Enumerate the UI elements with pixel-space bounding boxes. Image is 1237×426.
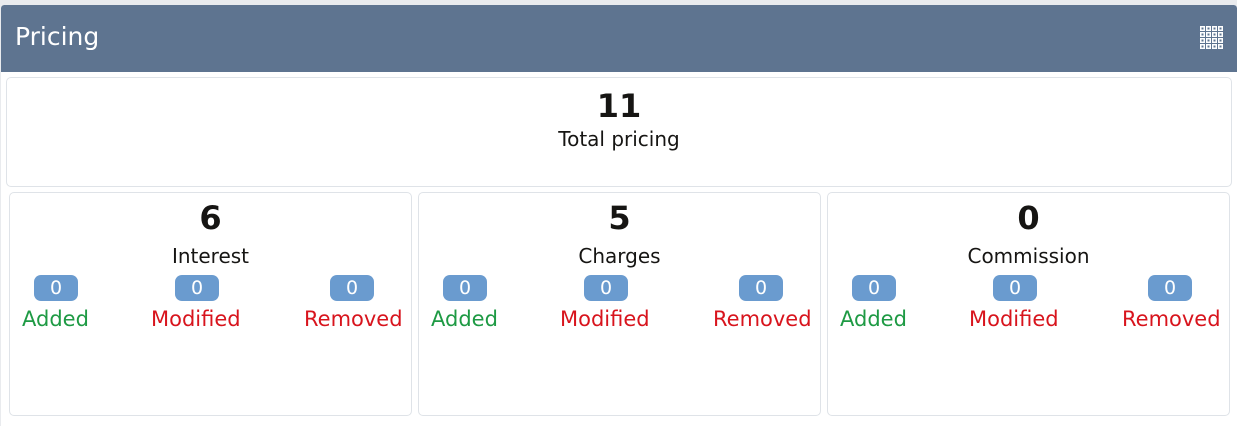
- panel-header: Pricing: [1, 5, 1237, 72]
- interest-modified-badge[interactable]: 0: [175, 275, 219, 301]
- charges-card[interactable]: 5 Charges 0 0 0 Added Modified Removed: [418, 192, 821, 416]
- charges-label: Charges: [578, 244, 661, 268]
- panel-title: Pricing: [15, 22, 100, 51]
- charges-modified-label: Modified: [560, 307, 650, 331]
- interest-card[interactable]: 6 Interest 0 0 0 Added Modified Removed: [9, 192, 412, 416]
- charges-added-badge[interactable]: 0: [443, 275, 487, 301]
- grid-icon[interactable]: [1200, 26, 1223, 49]
- interest-label: Interest: [171, 244, 250, 268]
- interest-count: 6: [199, 199, 222, 237]
- commission-label: Commission: [967, 244, 1090, 268]
- total-pricing-label: Total pricing: [558, 127, 680, 151]
- interest-removed-label: Removed: [304, 307, 403, 331]
- commission-removed-label: Removed: [1122, 307, 1221, 331]
- commission-modified-badge[interactable]: 0: [993, 275, 1037, 301]
- interest-added-label: Added: [22, 307, 89, 331]
- total-pricing-count: 11: [596, 87, 642, 125]
- total-pricing-card[interactable]: 11 Total pricing: [6, 77, 1232, 187]
- commission-added-badge[interactable]: 0: [852, 275, 896, 301]
- charges-removed-label: Removed: [713, 307, 812, 331]
- commission-card[interactable]: 0 Commission 0 0 0 Added Modified Remove…: [827, 192, 1230, 416]
- charges-count: 5: [608, 199, 631, 237]
- pricing-panel: Pricing 11 Total pricing 6 Interest 0 0 …: [1, 5, 1237, 426]
- interest-removed-badge[interactable]: 0: [330, 275, 374, 301]
- commission-removed-badge[interactable]: 0: [1148, 275, 1192, 301]
- charges-removed-badge[interactable]: 0: [739, 275, 783, 301]
- commission-modified-label: Modified: [969, 307, 1059, 331]
- commission-count: 0: [1017, 199, 1040, 237]
- commission-added-label: Added: [840, 307, 907, 331]
- interest-modified-label: Modified: [151, 307, 241, 331]
- interest-added-badge[interactable]: 0: [34, 275, 78, 301]
- charges-added-label: Added: [431, 307, 498, 331]
- charges-modified-badge[interactable]: 0: [584, 275, 628, 301]
